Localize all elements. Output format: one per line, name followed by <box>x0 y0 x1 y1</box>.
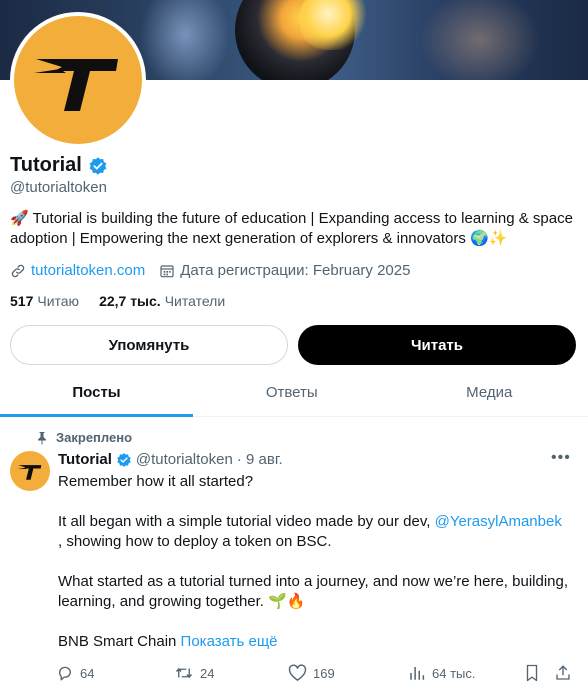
website-link[interactable]: tutorialtoken.com <box>31 262 145 279</box>
followers-link[interactable]: 22,7 тыс. Читатели <box>99 293 225 309</box>
like-icon <box>288 664 307 681</box>
retweet-icon <box>175 667 193 679</box>
verified-badge-icon[interactable] <box>88 156 108 176</box>
like-button[interactable]: 169 <box>288 664 335 682</box>
more-icon[interactable]: ••• <box>551 449 571 467</box>
tab-replies-label: Ответы <box>265 384 318 401</box>
views-icon <box>410 667 425 680</box>
active-tab-indicator <box>0 414 193 417</box>
tweet-author-name[interactable]: Tutorial <box>58 451 112 468</box>
share-icon <box>556 665 570 680</box>
tweet-header: Tutorial @tutorialtoken · 9 авг. <box>58 451 283 468</box>
profile-tabs: Посты Ответы Медиа <box>0 369 588 417</box>
tweet-line: It all began with a simple tutorial vide… <box>58 512 584 552</box>
tab-replies[interactable]: Ответы <box>193 369 391 416</box>
show-more-link[interactable]: Показать ещё <box>181 633 278 650</box>
follow-button[interactable]: Читать <box>298 325 576 365</box>
tweet-line: What started as a tutorial turned into a… <box>58 573 569 610</box>
profile-handle: @tutorialtoken <box>10 179 107 196</box>
following-label: Читаю <box>37 293 80 309</box>
pinned-label: Закреплено <box>56 430 133 445</box>
link-icon <box>11 264 25 277</box>
banner-glow <box>140 0 230 80</box>
following-count: 517 <box>10 293 34 309</box>
tweet-text-segment: , showing how to deploy a token on BSC. <box>58 533 332 550</box>
bookmark-icon <box>526 664 538 682</box>
tab-posts-label: Посты <box>72 384 121 401</box>
retweet-button[interactable]: 24 <box>174 664 214 682</box>
reply-button[interactable]: 64 <box>56 664 94 682</box>
bookmark-button[interactable] <box>524 664 540 682</box>
profile-meta: tutorialtoken.com Дата регистрации: Febr… <box>10 262 424 279</box>
tweet-date[interactable]: · 9 авг. <box>237 451 283 468</box>
calendar-icon <box>160 264 174 277</box>
profile-website: tutorialtoken.com <box>10 262 145 279</box>
tab-media-label: Медиа <box>466 384 513 401</box>
banner-glow <box>420 0 540 80</box>
profile-joined: Дата регистрации: February 2025 <box>159 262 410 279</box>
reply-count: 64 <box>80 665 95 681</box>
profile-avatar[interactable] <box>10 12 146 148</box>
tab-media[interactable]: Медиа <box>391 369 588 416</box>
tweet-mention-link[interactable]: @YerasylAmanbek <box>435 513 562 530</box>
followers-label: Читатели <box>164 293 226 309</box>
followers-count: 22,7 тыс. <box>99 293 161 309</box>
tweet-avatar[interactable] <box>10 451 50 491</box>
pin-icon <box>38 431 46 444</box>
mention-button[interactable]: Упомянуть <box>10 325 288 365</box>
tweet-text-segment: It all began with a simple tutorial vide… <box>58 513 435 530</box>
pinned-indicator: Закреплено <box>36 430 132 445</box>
retweet-count: 24 <box>200 665 215 681</box>
avatar-logo <box>14 16 142 144</box>
profile-name-row: Tutorial <box>10 154 108 177</box>
profile-name: Tutorial <box>10 154 82 176</box>
tweet-author-handle[interactable]: @tutorialtoken <box>136 451 233 468</box>
tweet-line: Remember how it all started? <box>58 473 254 490</box>
like-count: 169 <box>313 665 335 681</box>
tutorial-logo-icon <box>34 59 118 111</box>
follow-stats: 517 Читаю 22,7 тыс. Читатели <box>10 293 245 309</box>
tweet-actions: 64 24 169 64 тыс. <box>56 664 576 684</box>
share-button[interactable] <box>554 664 572 682</box>
tweet-line: BNB Smart Chain Показать ещё <box>58 632 584 652</box>
tweet-text[interactable]: Remember how it all started? It all bega… <box>58 472 584 672</box>
tweet-text-segment: BNB Smart Chain <box>58 633 177 650</box>
profile-bio: 🚀 Tutorial is building the future of edu… <box>10 210 573 247</box>
views-count: 64 тыс. <box>432 665 476 681</box>
banner-figure-highlight <box>300 0 370 50</box>
following-link[interactable]: 517 Читаю <box>10 293 79 309</box>
views-button[interactable]: 64 тыс. <box>408 664 475 682</box>
reply-icon <box>59 666 71 681</box>
verified-badge-icon[interactable] <box>116 452 132 468</box>
joined-date: Дата регистрации: February 2025 <box>180 262 411 279</box>
tab-posts[interactable]: Посты <box>0 369 193 417</box>
tutorial-logo-icon <box>17 465 42 480</box>
